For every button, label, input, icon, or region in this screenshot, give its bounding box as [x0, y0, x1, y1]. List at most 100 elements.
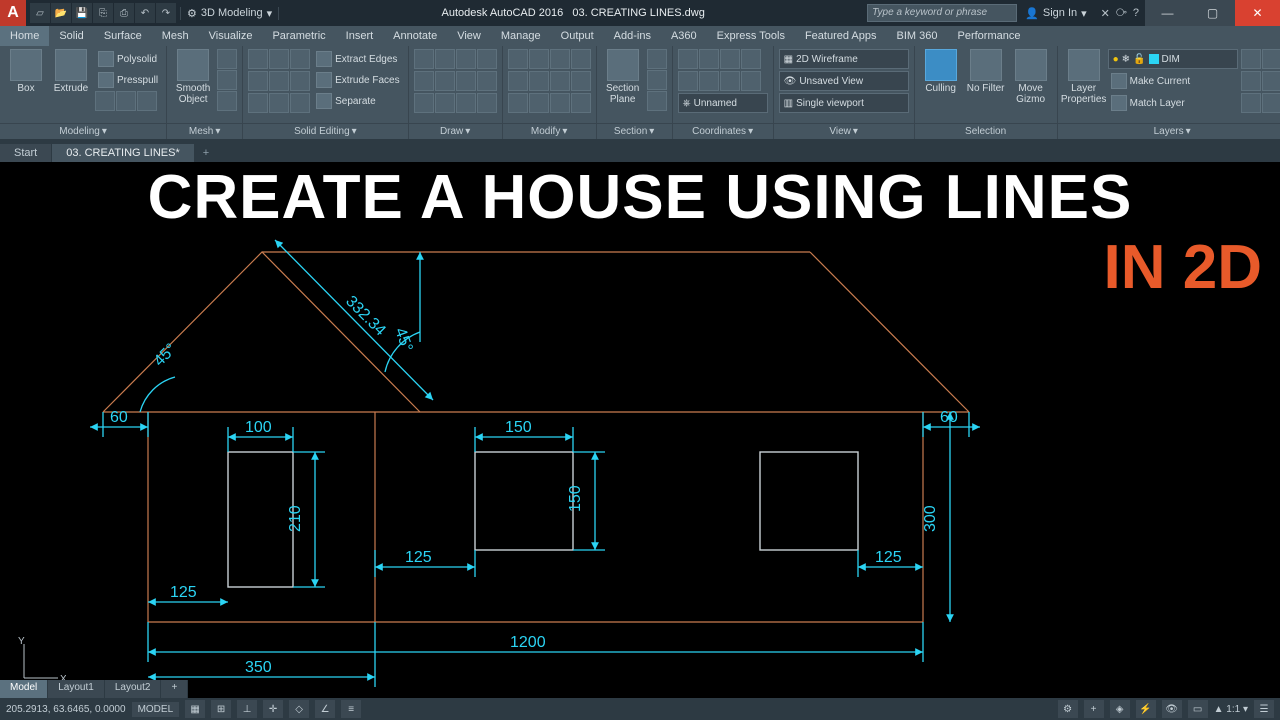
culling-button[interactable]: Culling [920, 49, 962, 123]
tab-solid[interactable]: Solid [49, 26, 93, 46]
tab-model[interactable]: Model [0, 680, 48, 698]
separate-button[interactable]: Separate [313, 91, 402, 111]
laylck-icon[interactable] [1262, 71, 1280, 91]
slice-icon[interactable] [248, 71, 268, 91]
match-layer-button[interactable]: Match Layer [1108, 93, 1238, 113]
tab-layout1[interactable]: Layout1 [48, 680, 105, 698]
tab-addins[interactable]: Add-ins [604, 26, 661, 46]
polysolid-button[interactable]: Polysolid [95, 49, 161, 69]
tab-insert[interactable]: Insert [336, 26, 384, 46]
polar-toggle[interactable]: ✛ [263, 700, 283, 718]
panel-label[interactable]: Section ▾ [597, 123, 672, 139]
taper-icon[interactable] [290, 93, 310, 113]
layulk-icon[interactable] [1262, 93, 1280, 113]
annotation-monitor[interactable]: + [1084, 700, 1104, 718]
hatch-icon[interactable] [456, 71, 476, 91]
otrack-toggle[interactable]: ∠ [315, 700, 335, 718]
ellipse-icon[interactable] [435, 71, 455, 91]
ucs-prev-icon[interactable] [699, 49, 719, 69]
make-current-button[interactable]: Make Current [1108, 71, 1238, 91]
tab-manage[interactable]: Manage [491, 26, 551, 46]
imprint-icon[interactable] [290, 71, 310, 91]
workspace-selector[interactable]: ⚙ 3D Modeling ▾ [180, 7, 279, 20]
tab-performance[interactable]: Performance [947, 26, 1030, 46]
lineweight-toggle[interactable]: ≡ [341, 700, 361, 718]
polyline-icon[interactable] [435, 49, 455, 69]
offset-icon[interactable] [571, 93, 591, 113]
region-icon[interactable] [435, 93, 455, 113]
sweep-icon[interactable] [116, 91, 136, 111]
add-layout-button[interactable]: + [161, 680, 188, 698]
subtract-icon[interactable] [269, 49, 289, 69]
panel-label[interactable]: View ▾ [774, 123, 914, 139]
intersect-icon[interactable] [290, 49, 310, 69]
isolate-objects[interactable]: 👁 [1162, 700, 1182, 718]
erase-icon[interactable] [571, 49, 591, 69]
fillet2-icon[interactable] [550, 71, 570, 91]
minimize-button[interactable]: — [1145, 0, 1190, 26]
layer-dropdown[interactable]: ●❄🔓DIM [1108, 49, 1238, 69]
hardware-accel[interactable]: ⚡ [1136, 700, 1156, 718]
donut-icon[interactable] [477, 93, 497, 113]
rotate-icon[interactable] [529, 49, 549, 69]
extrude-button[interactable]: Extrude [50, 49, 92, 123]
tab-featured[interactable]: Featured Apps [795, 26, 887, 46]
anno-scale[interactable]: ▲ 1:1 ▾ [1214, 704, 1248, 715]
live-section-icon[interactable] [647, 49, 667, 69]
copy-icon[interactable] [508, 71, 528, 91]
tab-layout2[interactable]: Layout2 [105, 680, 162, 698]
plot-icon[interactable]: ⎙ [114, 3, 134, 23]
maximize-button[interactable]: ▢ [1190, 0, 1235, 26]
layoff-icon[interactable] [1241, 49, 1261, 69]
cloud-icon[interactable]: ⧂ [1116, 7, 1127, 20]
open-icon[interactable]: 📂 [51, 3, 71, 23]
mirror-icon[interactable] [529, 71, 549, 91]
signin-button[interactable]: 👤 Sign In ▾ [1017, 7, 1094, 20]
model-button[interactable]: MODEL [132, 702, 180, 717]
isoplane-toggle[interactable]: ◈ [1110, 700, 1130, 718]
panel-label[interactable]: Modify ▾ [503, 123, 596, 139]
redo-icon[interactable]: ↷ [156, 3, 176, 23]
tab-view[interactable]: View [447, 26, 491, 46]
trim-icon[interactable] [550, 49, 570, 69]
undo-icon[interactable]: ↶ [135, 3, 155, 23]
ucs-y-icon[interactable] [720, 71, 740, 91]
customize-status[interactable]: ☰ [1254, 700, 1274, 718]
point-icon[interactable] [414, 93, 434, 113]
saveas-icon[interactable]: ⎘ [93, 3, 113, 23]
new-tab-button[interactable]: + [195, 144, 217, 162]
panel-label[interactable]: Coordinates ▾ [673, 123, 773, 139]
close-button[interactable]: ✕ [1235, 0, 1280, 26]
app-logo[interactable]: A [0, 0, 26, 26]
array-icon[interactable] [550, 93, 570, 113]
move-icon[interactable] [508, 49, 528, 69]
shell-icon[interactable] [248, 93, 268, 113]
workspace-switch[interactable]: ⚙ [1058, 700, 1078, 718]
circle-icon[interactable] [456, 49, 476, 69]
tab-mesh[interactable]: Mesh [152, 26, 199, 46]
viewport-dropdown[interactable]: ▥Single viewport [779, 93, 909, 113]
tab-a360[interactable]: A360 [661, 26, 707, 46]
mesh-refine-icon[interactable] [217, 91, 237, 111]
save-icon[interactable]: 💾 [72, 3, 92, 23]
smooth-button[interactable]: Smooth Object [172, 49, 214, 123]
add-jog-icon[interactable] [647, 70, 667, 90]
ucs-z-icon[interactable] [741, 71, 761, 91]
mesh-less-icon[interactable] [217, 70, 237, 90]
gizmo-button[interactable]: Move Gizmo [1010, 49, 1052, 123]
visual-style-dropdown[interactable]: ▦2D Wireframe [779, 49, 909, 69]
explode-icon[interactable] [571, 71, 591, 91]
tab-parametric[interactable]: Parametric [262, 26, 335, 46]
ucs-world-icon[interactable] [678, 49, 698, 69]
new-icon[interactable]: ▱ [30, 3, 50, 23]
ucs-view-icon[interactable] [741, 49, 761, 69]
helix-icon[interactable] [456, 93, 476, 113]
nofilter-button[interactable]: No Filter [965, 49, 1007, 123]
presspull-button[interactable]: Presspull [95, 70, 161, 90]
layon-icon[interactable] [1241, 93, 1261, 113]
tab-visualize[interactable]: Visualize [199, 26, 263, 46]
extrude-faces-button[interactable]: Extrude Faces [313, 70, 402, 90]
layiso-icon[interactable] [1262, 49, 1280, 69]
clean-screen[interactable]: ▭ [1188, 700, 1208, 718]
tab-current-drawing[interactable]: 03. CREATING LINES* [52, 144, 195, 162]
